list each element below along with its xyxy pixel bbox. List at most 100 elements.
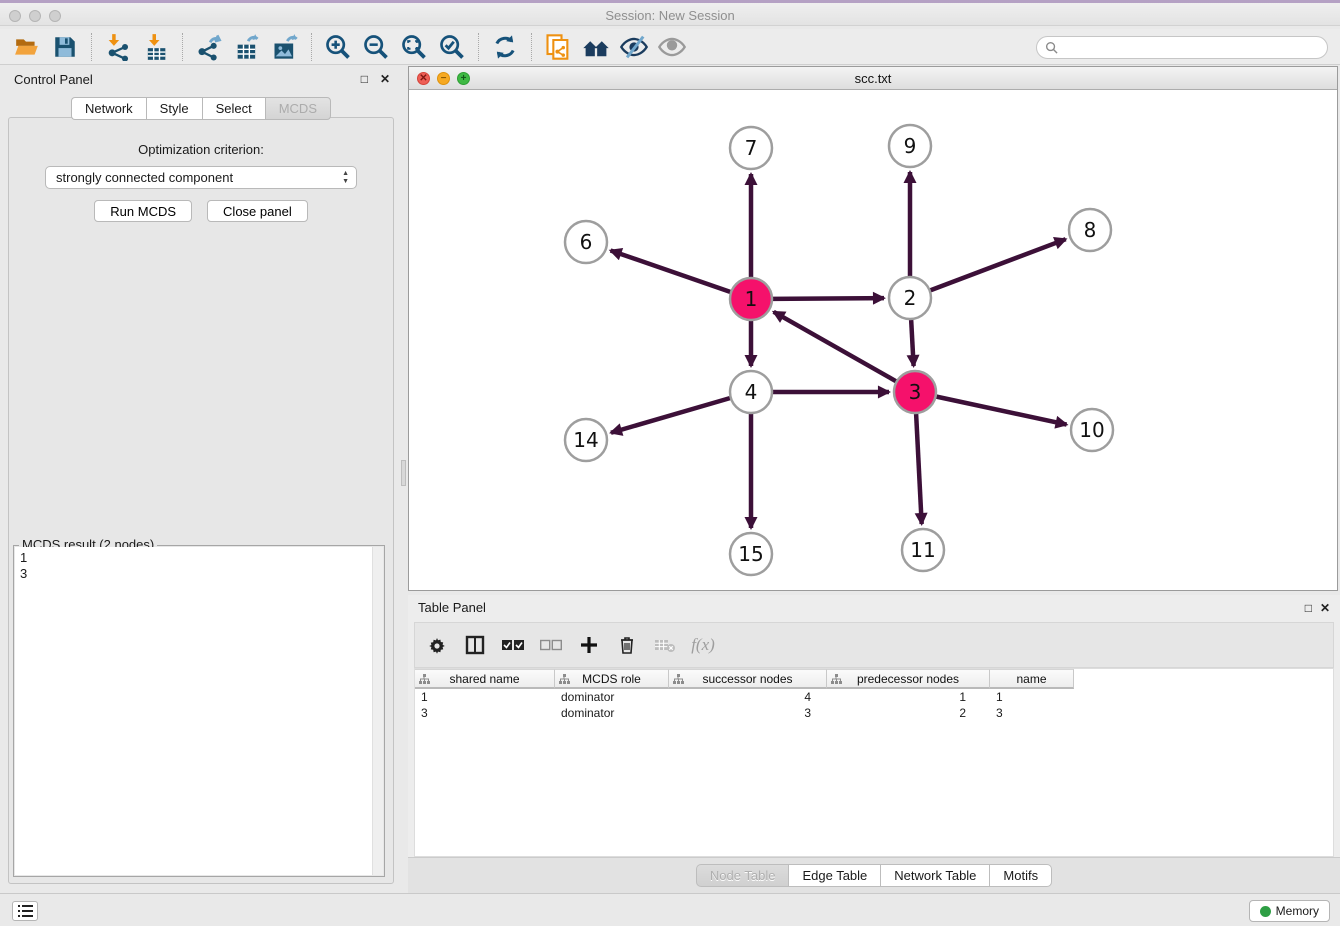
search-input[interactable] (1036, 36, 1328, 59)
delete-table-icon[interactable] (653, 633, 677, 657)
zoom-out-icon[interactable] (359, 32, 393, 62)
export-table-icon[interactable] (230, 32, 264, 62)
table-row[interactable]: 1dominator411 (415, 689, 1333, 705)
graph-node-11[interactable]: 11 (902, 529, 944, 571)
memory-button[interactable]: Memory (1249, 900, 1330, 922)
column-header-MCDS-role[interactable]: MCDS role (555, 669, 669, 689)
network-window-titlebar[interactable]: ✕ − + scc.txt (409, 67, 1337, 90)
table-panel: Table Panel □ ✕ f(x) shared nameMCDS rol… (408, 595, 1340, 893)
zoom-in-icon[interactable] (321, 32, 355, 62)
graph-node-10[interactable]: 10 (1071, 409, 1113, 451)
edge-3-10[interactable] (937, 397, 1067, 425)
run-mcds-button[interactable]: Run MCDS (94, 200, 192, 222)
export-network-icon[interactable] (192, 32, 226, 62)
zoom-selected-icon[interactable] (435, 32, 469, 62)
column-label: shared name (449, 672, 519, 686)
column-type-icon (831, 674, 842, 685)
network-graph[interactable]: 7 9 6 8 1 2 4 3 14 10 15 11 (409, 90, 1337, 590)
table-cell[interactable]: 2 (827, 705, 990, 721)
edge-1-6[interactable] (611, 250, 731, 291)
create-column-icon[interactable] (577, 633, 601, 657)
task-history-button[interactable] (12, 901, 38, 921)
node-table[interactable]: shared name MCDS rolesuccessor nodesprede… (414, 668, 1334, 857)
tab-node-table[interactable]: Node Table (696, 864, 789, 887)
apply-layout-icon[interactable] (488, 32, 522, 62)
graph-node-9[interactable]: 9 (889, 125, 931, 167)
close-panel-icon[interactable]: ✕ (380, 72, 390, 86)
criterion-select[interactable]: strongly connected component ▲▼ (45, 166, 357, 189)
graph-node-15[interactable]: 15 (730, 533, 772, 575)
select-all-columns-icon[interactable] (501, 633, 525, 657)
zoom-fit-icon[interactable] (397, 32, 431, 62)
table-options-icon[interactable] (425, 633, 449, 657)
graph-node-4[interactable]: 4 (730, 371, 772, 413)
tab-network-table[interactable]: Network Table (880, 864, 989, 887)
open-file-icon[interactable] (10, 32, 44, 62)
toolbar-separator (91, 33, 92, 61)
import-network-icon[interactable] (101, 32, 135, 62)
tab-motifs[interactable]: Motifs (989, 864, 1052, 887)
toolbar-separator (182, 33, 183, 61)
table-row[interactable]: 3dominator323 (415, 705, 1333, 721)
tab-network[interactable]: Network (71, 97, 146, 120)
tab-mcds[interactable]: MCDS (265, 97, 331, 120)
import-table-icon[interactable] (139, 32, 173, 62)
graph-node-14[interactable]: 14 (565, 419, 607, 461)
tab-style[interactable]: Style (146, 97, 202, 120)
export-image-icon[interactable] (268, 32, 302, 62)
show-details-icon[interactable] (655, 32, 689, 62)
table-cell[interactable]: dominator (555, 689, 669, 705)
table-cell[interactable]: 1 (827, 689, 990, 705)
status-bar: Memory (0, 893, 1340, 926)
tab-edge-table[interactable]: Edge Table (788, 864, 880, 887)
search-field[interactable] (1063, 41, 1327, 55)
graph-node-7[interactable]: 7 (730, 127, 772, 169)
edge-2-3[interactable] (911, 320, 913, 366)
memory-status-icon (1260, 906, 1271, 917)
float-table-panel-icon[interactable]: □ (1305, 601, 1312, 615)
edge-1-2[interactable] (773, 298, 884, 299)
table-tabs-strip: Node TableEdge TableNetwork TableMotifs (408, 857, 1340, 893)
column-header-successor-nodes[interactable]: successor nodes (669, 669, 827, 689)
graph-node-8[interactable]: 8 (1069, 209, 1111, 251)
close-panel-button[interactable]: Close panel (207, 200, 308, 222)
duplicate-network-icon[interactable] (541, 32, 575, 62)
graph-node-3[interactable]: 3 (894, 371, 936, 413)
list-icon (18, 905, 33, 917)
unselect-all-columns-icon[interactable] (539, 633, 563, 657)
svg-text:11: 11 (910, 538, 935, 562)
table-toolbar: f(x) (414, 622, 1334, 668)
function-builder-icon[interactable]: f(x) (691, 633, 715, 657)
table-cell[interactable]: dominator (555, 705, 669, 721)
graph-node-6[interactable]: 6 (565, 221, 607, 263)
memory-label: Memory (1276, 904, 1319, 918)
save-session-icon[interactable] (48, 32, 82, 62)
table-cell[interactable]: 4 (669, 689, 827, 705)
network-canvas[interactable]: 7 9 6 8 1 2 4 3 14 10 15 11 (409, 90, 1337, 590)
table-cell[interactable]: 1 (415, 689, 555, 705)
float-panel-icon[interactable]: □ (361, 72, 368, 86)
hide-details-icon[interactable] (617, 32, 651, 62)
result-scrollbar[interactable] (372, 547, 383, 875)
table-cell[interactable]: 3 (990, 705, 1074, 721)
edge-4-14[interactable] (611, 398, 730, 433)
edge-3-1[interactable] (774, 312, 896, 381)
graph-node-2[interactable]: 2 (889, 277, 931, 319)
close-table-panel-icon[interactable]: ✕ (1320, 601, 1330, 615)
edge-2-8[interactable] (931, 239, 1066, 290)
mcds-result-list[interactable]: 13 (15, 547, 383, 875)
column-header-shared-name[interactable]: shared name (415, 669, 555, 689)
split-panel-icon[interactable] (463, 633, 487, 657)
first-neighbors-icon[interactable] (579, 32, 613, 62)
edge-3-11[interactable] (916, 414, 922, 524)
panel-splitter-handle[interactable] (401, 460, 406, 486)
column-header-name[interactable]: name (990, 669, 1074, 689)
table-cell[interactable]: 3 (669, 705, 827, 721)
toolbar-separator (311, 33, 312, 61)
tab-select[interactable]: Select (202, 97, 265, 120)
table-cell[interactable]: 3 (415, 705, 555, 721)
graph-node-1[interactable]: 1 (730, 278, 772, 320)
delete-column-icon[interactable] (615, 633, 639, 657)
table-cell[interactable]: 1 (990, 689, 1074, 705)
column-header-predecessor-nodes[interactable]: predecessor nodes (827, 669, 990, 689)
